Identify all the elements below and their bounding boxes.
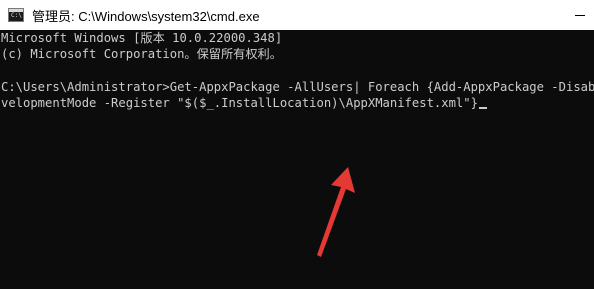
window-title: 管理员: C:\Windows\system32\cmd.exe: [32, 8, 260, 24]
console-line-4: C:\Users\Administrator>Get-AppxPackage -…: [1, 80, 594, 94]
window-controls: [566, 0, 594, 30]
console-line-5-text: velopmentMode -Register "$($_.InstallLoc…: [1, 96, 478, 110]
title-bar[interactable]: C:\ 管理员: C:\Windows\system32\cmd.exe: [0, 0, 594, 30]
console-line-2: (c) Microsoft Corporation。保留所有权利。: [1, 47, 282, 61]
cmd-window: C:\ 管理员: C:\Windows\system32\cmd.exe Mic…: [0, 0, 594, 289]
console-output[interactable]: Microsoft Windows [版本 10.0.22000.348] (c…: [0, 30, 594, 289]
cmd-icon[interactable]: C:\: [8, 8, 24, 22]
minimize-icon: [575, 14, 585, 16]
cmd-icon-glyph: C:\: [11, 12, 22, 19]
text-cursor: [478, 107, 487, 109]
arrow-shape: [317, 167, 355, 257]
red-arrow-annotation: [317, 167, 355, 257]
minimize-button[interactable]: [566, 0, 594, 30]
console-line-5: velopmentMode -Register "$($_.InstallLoc…: [1, 95, 487, 111]
console-line-1: Microsoft Windows [版本 10.0.22000.348]: [1, 31, 283, 45]
